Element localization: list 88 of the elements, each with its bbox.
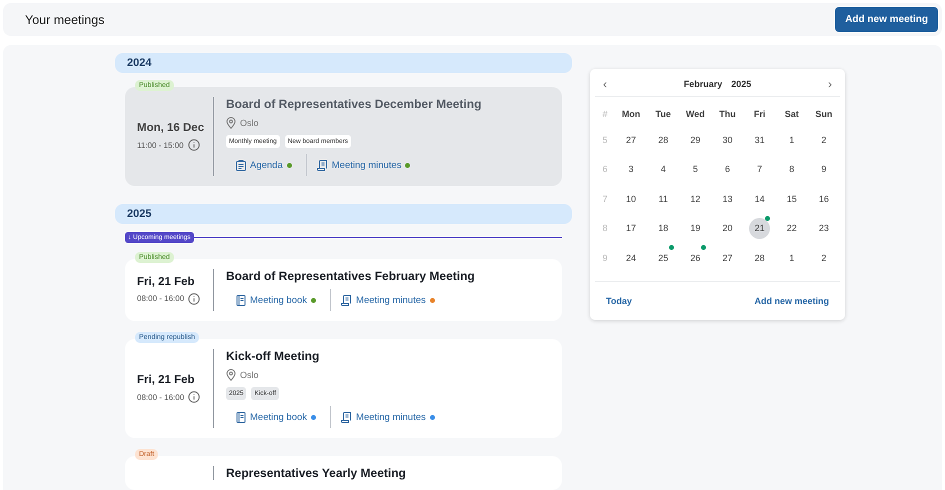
calendar-month[interactable]: February xyxy=(684,79,722,89)
calendar-day[interactable]: 16 xyxy=(813,188,834,210)
calendar-day[interactable]: 25 xyxy=(652,247,674,268)
calendar-day[interactable]: 14 xyxy=(749,188,770,210)
document-link[interactable]: Meeting book xyxy=(236,294,320,306)
week-number: 6 xyxy=(601,163,608,176)
week-number: 5 xyxy=(601,134,608,147)
weekday-label: Mon xyxy=(620,108,642,121)
meeting-time: 08:00 - 16:00 xyxy=(137,392,184,402)
weekday-label: Tue xyxy=(654,108,672,121)
calendar-day[interactable]: 28 xyxy=(652,129,674,150)
weekday-label: Wed xyxy=(684,108,706,121)
meeting-time: 11:00 - 15:00 xyxy=(137,140,184,150)
info-icon[interactable] xyxy=(188,391,200,403)
calendar-day[interactable]: 29 xyxy=(684,129,706,150)
calendar-year[interactable]: 2025 xyxy=(731,79,752,89)
calendar-day[interactable]: 19 xyxy=(684,218,706,239)
calendar-day[interactable]: 7 xyxy=(749,158,770,180)
page-title: Your meetings xyxy=(25,12,104,26)
calendar-day[interactable]: 11 xyxy=(652,188,674,210)
scroll-icon xyxy=(341,294,352,306)
weekday-label: Fri xyxy=(752,108,766,121)
calendar-day[interactable]: 2 xyxy=(813,247,834,268)
calendar-day[interactable]: 24 xyxy=(620,247,642,268)
calendar-day[interactable]: 3 xyxy=(620,158,642,180)
info-icon[interactable] xyxy=(188,139,200,151)
info-icon[interactable] xyxy=(188,292,200,304)
calendar-day[interactable]: 18 xyxy=(652,218,674,239)
calendar-day[interactable]: 31 xyxy=(749,129,770,150)
year-header: 2025 xyxy=(115,204,572,224)
calendar-day[interactable]: 2 xyxy=(813,129,834,150)
calendar-day[interactable]: 26 xyxy=(684,247,706,268)
meeting-time: 08:00 - 16:00 xyxy=(137,294,184,303)
week-number: 8 xyxy=(601,222,608,236)
calendar-day[interactable]: 6 xyxy=(716,158,738,180)
year-header: 2024 xyxy=(115,53,572,73)
week-number: 9 xyxy=(601,252,608,265)
location-pin-icon xyxy=(226,117,236,129)
meeting-location: Oslo xyxy=(240,370,259,380)
scroll-icon xyxy=(341,412,352,422)
weekday-label: Sun xyxy=(814,108,834,121)
document-link[interactable]: Meeting minutes xyxy=(316,160,414,170)
calendar-day[interactable]: 9 xyxy=(813,158,834,180)
week-number: 7 xyxy=(601,192,608,206)
document-link[interactable]: Meeting book xyxy=(236,412,320,422)
add-meeting-link[interactable]: Add new meeting xyxy=(754,296,829,306)
document-link[interactable]: Meeting minutes xyxy=(341,294,439,306)
calendar-day[interactable]: 22 xyxy=(781,218,802,239)
today-link[interactable]: Today xyxy=(606,296,632,306)
calendar-day[interactable]: 28 xyxy=(749,247,770,268)
calendar-day[interactable]: 27 xyxy=(620,129,642,150)
weekday-label: Thu xyxy=(718,108,737,121)
meeting-date: Fri, 21 Feb xyxy=(137,276,196,288)
add-meeting-button[interactable]: Add new meeting xyxy=(835,7,938,32)
calendar-day[interactable]: 4 xyxy=(652,158,674,180)
meeting-date: Fri, 21 Feb xyxy=(137,374,196,386)
calendar-day[interactable]: 21 xyxy=(749,218,770,239)
document-link[interactable]: Agenda xyxy=(236,160,296,170)
calendar-day[interactable]: 1 xyxy=(781,129,802,150)
calendar-day[interactable]: 17 xyxy=(620,218,642,239)
document-link[interactable]: Meeting minutes xyxy=(341,412,439,422)
calendar-day[interactable]: 20 xyxy=(716,218,738,239)
meeting-card[interactable]: Representatives Yearly Meeting xyxy=(125,456,562,490)
meeting-location: Oslo xyxy=(240,118,259,128)
meeting-title[interactable]: Kick-off Meeting xyxy=(226,349,550,363)
clipboard-icon xyxy=(236,160,246,170)
calendar-day[interactable]: 1 xyxy=(781,247,802,268)
week-number-header: # xyxy=(601,108,608,121)
book-icon xyxy=(236,294,246,306)
calendar-day[interactable]: 5 xyxy=(684,158,706,180)
calendar-day[interactable]: 30 xyxy=(716,129,738,150)
meeting-title[interactable]: Board of Representatives February Meeting xyxy=(226,269,550,283)
calendar-day[interactable]: 8 xyxy=(781,158,802,180)
previous-month-button[interactable]: ‹ xyxy=(600,77,610,91)
meeting-title[interactable]: Representatives Yearly Meeting xyxy=(226,466,550,480)
meeting-card[interactable]: Fri, 21 Feb 08:00 - 16:00 Board of Representatives February Meeting Meeting book Meeting minutes xyxy=(125,259,562,321)
book-icon xyxy=(236,412,246,422)
calendar-day[interactable]: 23 xyxy=(813,218,834,239)
next-month-button[interactable]: › xyxy=(824,77,835,91)
location-pin-icon xyxy=(226,369,236,381)
calendar-day[interactable]: 27 xyxy=(716,247,738,268)
meeting-title[interactable]: Board of Representatives December Meeting xyxy=(226,97,550,111)
calendar-day[interactable]: 15 xyxy=(781,188,802,210)
calendar-day[interactable]: 12 xyxy=(684,188,706,210)
calendar-day[interactable]: 10 xyxy=(620,188,642,210)
scroll-icon xyxy=(316,160,328,170)
weekday-label: Sat xyxy=(784,108,800,121)
calendar-day[interactable]: 13 xyxy=(716,188,738,210)
